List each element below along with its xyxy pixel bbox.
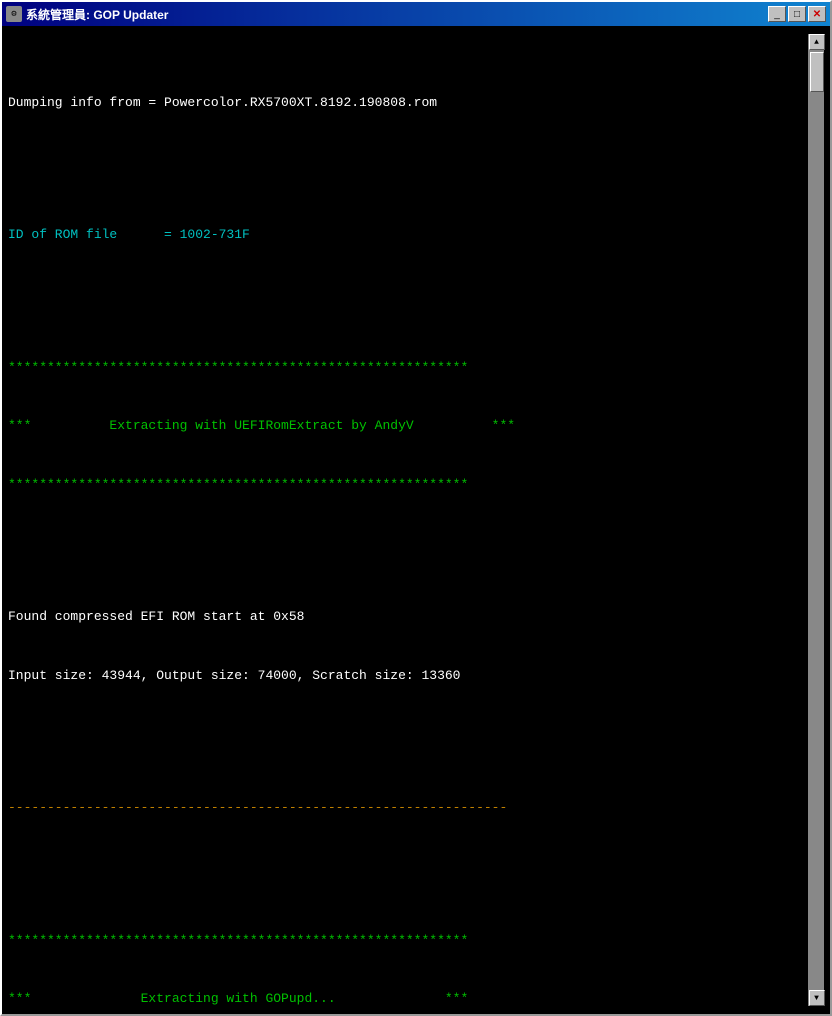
extract-gop-line: *** Extracting with GOPupd... *** <box>8 989 808 1009</box>
scrollbar-track[interactable] <box>809 50 824 990</box>
extract-uefi-line: *** Extracting with UEFIRomExtract by An… <box>8 416 808 436</box>
sizes-line: Input size: 43944, Output size: 74000, S… <box>8 666 808 686</box>
dump-line: Dumping info from = Powercolor.RX5700XT.… <box>8 93 808 113</box>
scrollbar-thumb[interactable] <box>810 52 824 92</box>
stars-line-2: ****************************************… <box>8 475 808 495</box>
titlebar: ⚙ 系統管理員: GOP Updater _ □ ✕ <box>2 2 830 26</box>
divider-1: ----------------------------------------… <box>8 798 808 818</box>
minimize-button[interactable]: _ <box>768 6 786 22</box>
empty-line <box>8 533 808 549</box>
terminal-output: Dumping info from = Powercolor.RX5700XT.… <box>8 34 808 1006</box>
rom-id-line: ID of ROM file = 1002-731F <box>8 225 808 245</box>
scroll-up-button[interactable]: ▲ <box>809 34 825 50</box>
scrollbar[interactable]: ▲ ▼ <box>808 34 824 1006</box>
efi-found-line: Found compressed EFI ROM start at 0x58 <box>8 607 808 627</box>
titlebar-title: 系統管理員: GOP Updater <box>26 6 768 23</box>
window: ⚙ 系統管理員: GOP Updater _ □ ✕ Dumping info … <box>0 0 832 1016</box>
stars-line-1: ****************************************… <box>8 358 808 378</box>
empty-line <box>8 857 808 873</box>
content-area: Dumping info from = Powercolor.RX5700XT.… <box>2 26 830 1014</box>
window-icon: ⚙ <box>6 6 22 22</box>
empty-line <box>8 724 808 740</box>
titlebar-buttons: _ □ ✕ <box>768 6 826 22</box>
empty-line <box>8 151 808 167</box>
maximize-button[interactable]: □ <box>788 6 806 22</box>
scroll-down-button[interactable]: ▼ <box>809 990 825 1006</box>
empty-line <box>8 284 808 300</box>
close-button[interactable]: ✕ <box>808 6 826 22</box>
stars-line-3: ****************************************… <box>8 931 808 951</box>
